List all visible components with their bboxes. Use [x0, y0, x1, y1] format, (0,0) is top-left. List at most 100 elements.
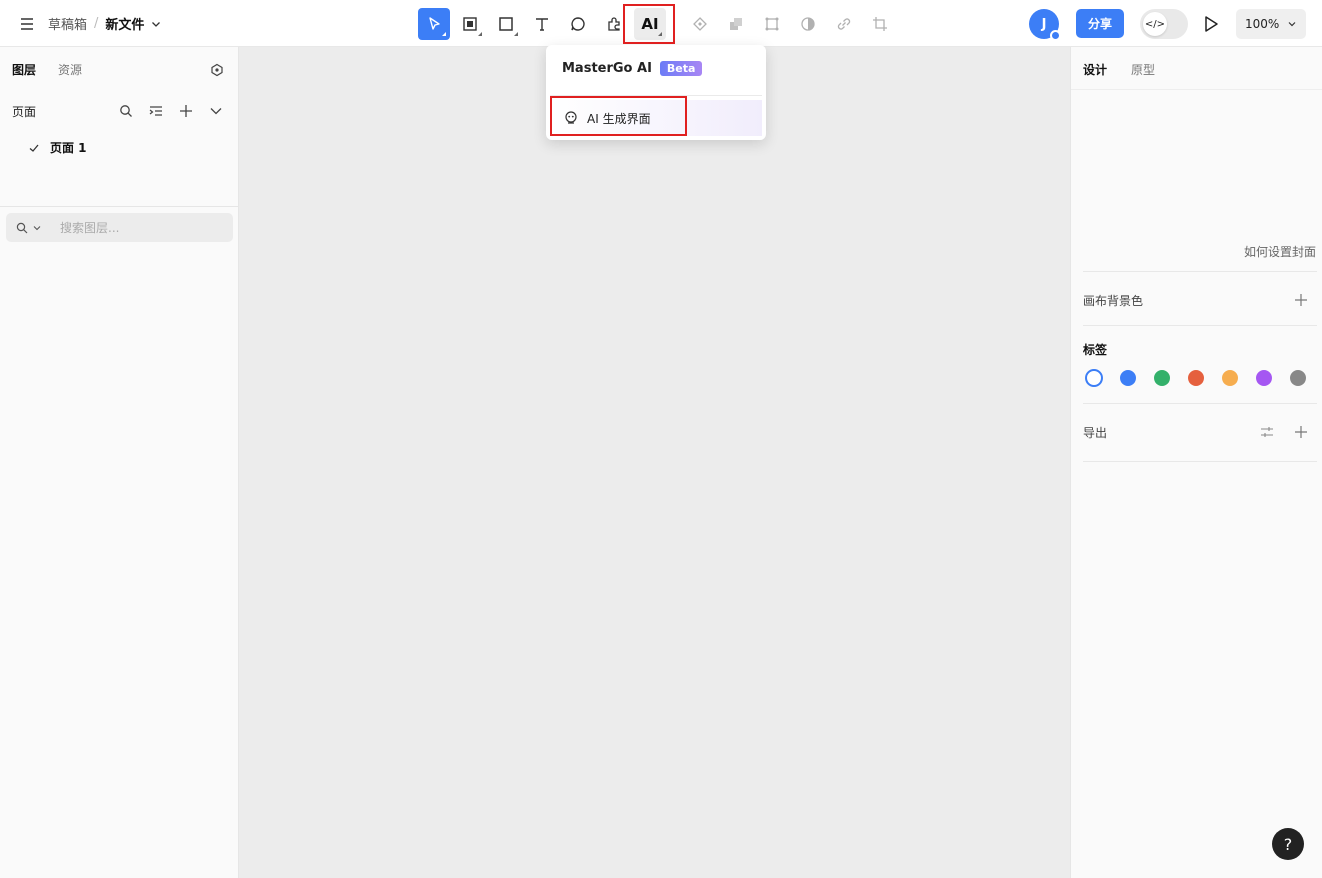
top-bar: 草稿箱 / 新文件 AI J 分享 </> 100% — [0, 0, 1322, 47]
boolean-icon — [730, 18, 742, 30]
export-settings-icon[interactable] — [1260, 425, 1274, 439]
contrast-tool-button[interactable] — [792, 8, 824, 40]
tag-color-red[interactable] — [1188, 370, 1204, 386]
toolbar: AI — [418, 8, 900, 40]
layer-search-input[interactable] — [60, 220, 210, 235]
crop-icon — [873, 17, 887, 31]
tag-color-blue[interactable] — [1120, 370, 1136, 386]
list-sort-icon — [149, 106, 162, 116]
frame-tool-button[interactable] — [454, 8, 486, 40]
text-icon — [536, 18, 548, 31]
avatar-initial: J — [1041, 16, 1047, 32]
tags-label: 标签 — [1083, 343, 1108, 357]
component-tool-button[interactable] — [684, 8, 716, 40]
plugin-tool-button[interactable] — [598, 8, 630, 40]
tag-color-none[interactable] — [1085, 369, 1103, 387]
page-name: 页面 1 — [50, 141, 87, 155]
component-icon — [693, 17, 707, 31]
ai-dropdown-menu: MasterGo AI Beta AI 生成界面 — [546, 45, 766, 140]
layer-search-box[interactable] — [6, 213, 233, 242]
pointer-icon — [429, 17, 440, 30]
tab-assets[interactable]: 资源 — [58, 61, 82, 78]
file-name[interactable]: 新文件 — [105, 14, 144, 33]
ai-dropdown-header: MasterGo AI Beta — [562, 61, 703, 76]
comment-tool-button[interactable] — [562, 8, 594, 40]
dev-mode-toggle[interactable]: </> — [1140, 9, 1188, 39]
rectangle-icon — [499, 17, 513, 31]
right-panel: 设计 原型 如何设置封面 画布背景色 标签 导出 — [1070, 47, 1322, 878]
comment-icon — [571, 17, 585, 31]
rectangle-tool-button[interactable] — [490, 8, 522, 40]
tool-dropdown-corner — [514, 32, 518, 36]
search-icon — [120, 105, 132, 117]
move-tool-button[interactable] — [418, 8, 450, 40]
team-library-icon[interactable] — [210, 63, 224, 77]
divider — [1083, 325, 1317, 326]
divider — [1083, 271, 1317, 272]
check-icon — [29, 144, 39, 152]
chevron-down-icon[interactable] — [33, 224, 41, 232]
contrast-icon — [801, 17, 815, 31]
link-tool-button[interactable] — [828, 8, 860, 40]
tag-color-gray[interactable] — [1290, 370, 1306, 386]
avatar[interactable]: J — [1029, 9, 1061, 41]
ai-tool-label: AI — [641, 15, 659, 33]
page-list-item[interactable]: 页面 1 — [28, 139, 87, 156]
plus-icon — [180, 105, 192, 117]
boolean-tool-button[interactable] — [720, 8, 752, 40]
ai-generate-ui-label: AI 生成界面 — [587, 111, 651, 126]
link-icon — [837, 18, 851, 30]
tab-layers[interactable]: 图层 — [12, 61, 36, 78]
mask-tool-button[interactable] — [756, 8, 788, 40]
left-tabs: 图层 资源 — [12, 61, 104, 78]
ai-tool-button[interactable]: AI — [634, 8, 666, 40]
tag-color-purple[interactable] — [1256, 370, 1272, 386]
plus-icon[interactable] — [1294, 425, 1308, 439]
pages-title: 页面 — [12, 105, 37, 119]
cover-help-link[interactable]: 如何设置封面 — [1244, 243, 1316, 260]
beta-badge: Beta — [659, 61, 703, 76]
text-tool-button[interactable] — [526, 8, 558, 40]
zoom-level: 100% — [1245, 17, 1280, 31]
dev-mode-code-icon: </> — [1143, 12, 1167, 36]
online-status-dot — [1050, 30, 1061, 41]
page-sort-button[interactable] — [148, 103, 164, 119]
ai-menu-title: MasterGo AI — [562, 61, 652, 76]
tag-color-green[interactable] — [1154, 370, 1170, 386]
tag-color-orange[interactable] — [1222, 370, 1238, 386]
right-tabs: 设计 原型 — [1083, 61, 1179, 78]
breadcrumb: 草稿箱 / 新文件 — [48, 14, 162, 33]
crop-tool-button[interactable] — [864, 8, 896, 40]
divider — [1083, 461, 1317, 462]
frame-icon — [463, 17, 477, 31]
divider — [1071, 89, 1322, 90]
export-label: 导出 — [1083, 426, 1108, 440]
play-icon[interactable] — [1203, 15, 1219, 33]
share-button[interactable]: 分享 — [1076, 9, 1124, 38]
left-panel: 图层 资源 页面 页面 1 — [0, 47, 239, 878]
breadcrumb-separator: / — [94, 16, 99, 31]
collapse-pages-button[interactable] — [208, 103, 224, 119]
tag-color-list — [1085, 369, 1322, 387]
pages-actions — [104, 103, 224, 119]
tab-prototype[interactable]: 原型 — [1131, 61, 1155, 78]
plus-icon[interactable] — [1294, 293, 1308, 307]
tool-dropdown-corner — [478, 32, 482, 36]
breadcrumb-drafts[interactable]: 草稿箱 — [48, 14, 87, 33]
plugin-icon — [608, 17, 620, 31]
tool-dropdown-corner — [658, 32, 662, 36]
chevron-down-icon — [1288, 22, 1296, 27]
zoom-dropdown[interactable]: 100% — [1236, 9, 1306, 39]
ai-generate-ui-item[interactable]: AI 生成界面 — [550, 100, 762, 136]
menu-icon[interactable] — [18, 15, 36, 33]
divider — [550, 95, 762, 96]
divider — [1083, 403, 1317, 404]
add-page-button[interactable] — [178, 103, 194, 119]
search-icon — [16, 222, 28, 233]
mask-icon — [765, 17, 779, 31]
tab-design[interactable]: 设计 — [1083, 61, 1107, 78]
robot-icon — [565, 111, 577, 124]
chevron-down-icon[interactable] — [150, 18, 162, 30]
page-search-button[interactable] — [118, 103, 134, 119]
help-button[interactable]: ? — [1272, 828, 1304, 860]
